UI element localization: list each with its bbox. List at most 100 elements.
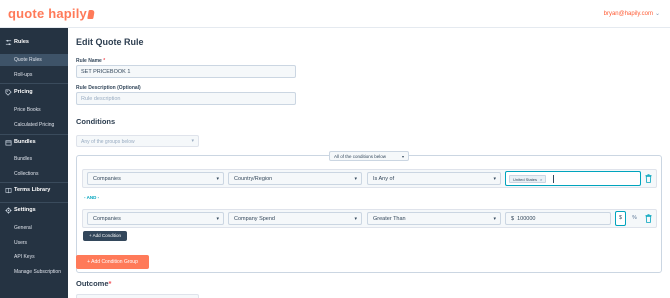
sidebar-item-label: Roll-ups — [14, 72, 33, 78]
sidebar-divider — [0, 202, 68, 203]
gear-icon — [5, 207, 12, 214]
user-email: bryan@hapily.com — [603, 11, 653, 17]
chevron-down-icon: ⌄ — [654, 11, 660, 17]
value-tag-label: United States — [513, 177, 538, 182]
sidebar-item-label: Bundles — [14, 156, 33, 162]
sidebar-section-label: Rules — [14, 39, 29, 45]
sidebar-item-label: Users — [14, 240, 28, 246]
object-select[interactable]: Companies ▾ — [87, 172, 224, 185]
user-menu[interactable]: bryan@hapily.com ⌄ — [604, 10, 660, 17]
condition-match-value: All of the conditions below — [334, 154, 387, 159]
object-select-value: Companies — [93, 176, 121, 182]
logo-text: quote hapily — [8, 6, 87, 21]
sidebar-section-settings[interactable]: Settings — [0, 204, 68, 220]
unit-dollar-button[interactable]: $ — [615, 211, 626, 226]
chevron-down-icon: ▾ — [401, 154, 404, 159]
sidebar-item-label: API Keys — [14, 254, 35, 260]
condition-match-select[interactable]: All of the conditions below ▾ — [329, 151, 409, 161]
required-mark: * — [103, 58, 106, 64]
chevron-down-icon: ▾ — [493, 176, 496, 182]
page-title: Edit Quote Rule — [76, 37, 144, 47]
rule-description-label: Rule Description (Optional) — [76, 85, 141, 91]
condition-group: Companies ▾ Country/Region ▾ Is Any of ▾ Un… — [76, 155, 662, 273]
sidebar-divider — [0, 83, 68, 84]
object-select-value: Companies — [93, 216, 121, 222]
sidebar-item-manage-subscription[interactable]: Manage Subscription — [0, 266, 68, 278]
sidebar-item-price-books[interactable]: Price Books — [0, 104, 68, 116]
outcome-title-text: Outcome — [76, 279, 109, 288]
outcome-select[interactable] — [76, 294, 199, 298]
sidebar-section-terms-library[interactable]: Terms Library — [0, 184, 68, 200]
value-tag[interactable]: United States × — [509, 175, 547, 183]
sidebar-divider — [0, 134, 68, 135]
and-separator: - AND - — [84, 195, 100, 200]
chevron-down-icon: ▾ — [216, 216, 219, 222]
close-icon[interactable]: × — [540, 177, 542, 182]
required-mark: * — [108, 279, 112, 288]
sidebar-item-bundles[interactable]: Bundles — [0, 153, 68, 165]
chevron-down-icon: ▾ — [354, 216, 357, 222]
sidebar-item-api-keys[interactable]: API Keys — [0, 251, 68, 263]
sidebar-item-roll-ups[interactable]: Roll-ups — [0, 69, 68, 81]
amount-input[interactable]: $ 100000 — [505, 212, 611, 225]
group-match-select[interactable]: Any of the groups below ▾ — [76, 135, 199, 147]
operator-select-value: Is Any of — [373, 176, 395, 182]
main-content: Edit Quote Rule Rule Name * SET PRICEBOO… — [68, 28, 670, 298]
sidebar-item-label: Calculated Pricing — [14, 122, 55, 128]
tag-icon — [5, 89, 12, 96]
logo-mark-icon — [87, 10, 95, 19]
operator-select[interactable]: Is Any of ▾ — [367, 172, 501, 185]
sidebar-item-label: Quote Rules — [14, 57, 42, 63]
trash-icon[interactable] — [645, 214, 652, 223]
rule-name-label-text: Rule Name — [76, 58, 102, 64]
chevron-down-icon: ▾ — [493, 216, 496, 222]
trash-icon[interactable] — [645, 174, 652, 183]
condition-row: Companies ▾ Company Spend ▾ Greater Than ▾ … — [82, 209, 657, 228]
top-bar: quote hapily bryan@hapily.com ⌄ — [0, 0, 670, 28]
sidebar-item-label: General — [14, 225, 32, 231]
sidebar-divider — [0, 182, 68, 183]
sidebar-item-label: Manage Subscription — [14, 269, 61, 275]
sidebar-section-rules[interactable]: Rules — [0, 36, 68, 52]
book-icon — [5, 188, 12, 194]
amount-value: 100000 — [517, 216, 536, 222]
sidebar-item-label: Collections — [14, 171, 39, 177]
sidebar-section-label: Terms Library — [14, 187, 51, 193]
sidebar-item-collections[interactable]: Collections — [0, 168, 68, 180]
property-select-value: Country/Region — [234, 176, 273, 182]
property-select[interactable]: Company Spend ▾ — [228, 212, 362, 225]
rule-name-input[interactable]: SET PRICEBOOK 1 — [76, 65, 296, 78]
sidebar-item-calculated-pricing[interactable]: Calculated Pricing — [0, 119, 68, 131]
app-logo[interactable]: quote hapily — [8, 6, 95, 21]
chevron-down-icon: ▾ — [354, 176, 357, 182]
sidebar-section-label: Pricing — [14, 89, 33, 95]
conditions-title: Conditions — [76, 117, 116, 126]
operator-select[interactable]: Greater Than ▾ — [367, 212, 501, 225]
object-select[interactable]: Companies ▾ — [87, 212, 224, 225]
group-match-placeholder: Any of the groups below — [81, 139, 135, 145]
sidebar-section-label: Settings — [14, 207, 36, 213]
unit-percent-button[interactable]: % — [629, 211, 640, 226]
chevron-down-icon: ▾ — [216, 176, 219, 182]
condition-row: Companies ▾ Country/Region ▾ Is Any of ▾ Un… — [82, 169, 657, 188]
sidebar: Rules Quote Rules Roll-ups Pricing Price… — [0, 28, 68, 298]
rule-description-input[interactable]: Rule description — [76, 92, 296, 105]
value-multiselect[interactable]: United States × — [505, 171, 641, 186]
sliders-icon — [5, 39, 12, 46]
chevron-down-icon: ▾ — [191, 138, 194, 144]
sidebar-item-general[interactable]: General — [0, 222, 68, 234]
sidebar-item-label: Price Books — [14, 107, 41, 113]
property-select[interactable]: Country/Region ▾ — [228, 172, 362, 185]
sidebar-item-users[interactable]: Users — [0, 237, 68, 249]
add-condition-group-button[interactable]: + Add Condition Group — [76, 255, 149, 269]
add-condition-button[interactable]: + Add Condition — [83, 231, 127, 241]
sidebar-section-label: Bundles — [14, 139, 36, 145]
text-cursor — [553, 175, 554, 183]
rule-name-label: Rule Name * — [76, 58, 105, 64]
sidebar-section-bundles[interactable]: Bundles — [0, 136, 68, 152]
outcome-title: Outcome* — [76, 279, 111, 288]
sidebar-section-pricing[interactable]: Pricing — [0, 86, 68, 102]
sidebar-item-quote-rules[interactable]: Quote Rules — [0, 54, 68, 66]
box-icon — [5, 140, 12, 146]
property-select-value: Company Spend — [234, 216, 275, 222]
